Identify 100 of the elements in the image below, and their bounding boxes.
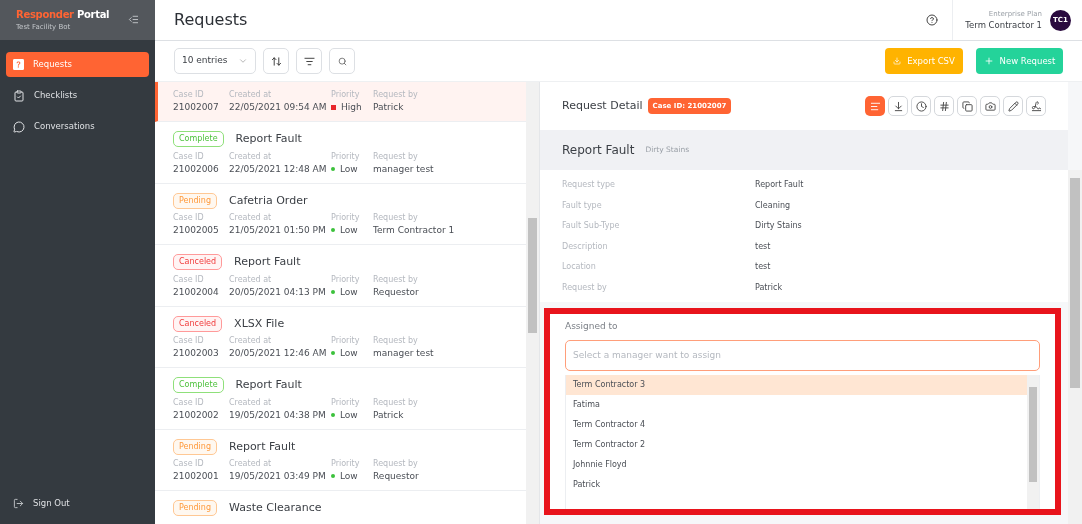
status-badge: Pending xyxy=(173,438,217,455)
field-value: test xyxy=(755,261,772,273)
field-label: Created at xyxy=(229,396,273,408)
field-value: Dirty Stains xyxy=(755,220,803,232)
field-label: Priority xyxy=(331,150,361,162)
request-title: Waste Clearance xyxy=(229,500,322,516)
detail-heading: Report Fault xyxy=(562,142,635,159)
field-label: Case ID xyxy=(173,212,205,223)
request-title: Report Fault xyxy=(235,377,302,393)
clock-button[interactable] xyxy=(911,96,931,116)
priority-level: Low xyxy=(340,347,358,360)
case-id: 21002002 xyxy=(173,408,220,422)
filter-button[interactable] xyxy=(296,48,322,74)
help-icon[interactable] xyxy=(926,14,939,26)
clock-icon xyxy=(915,100,927,112)
assign-input[interactable]: Select a manager want to assign xyxy=(565,339,1040,371)
lines-icon xyxy=(869,100,881,112)
plus-icon xyxy=(983,56,994,66)
field-label: Priority xyxy=(331,273,361,285)
case-id: 21002003 xyxy=(173,347,220,360)
field-label: Request type xyxy=(562,179,616,191)
requester-name: Term Contractor 1 xyxy=(373,224,456,237)
field-label: Fault type xyxy=(562,199,603,212)
signature-icon xyxy=(1030,100,1042,112)
field-value: Report Fault xyxy=(755,179,805,191)
field-label: Priority xyxy=(331,212,361,223)
field-label: Description xyxy=(562,240,609,253)
request-title: Report Fault xyxy=(235,131,302,147)
case-id: 21002007 xyxy=(173,101,220,114)
field-label: Request by xyxy=(373,150,419,162)
field-value: Patrick xyxy=(755,281,784,294)
detail-title: Request Detail xyxy=(562,97,643,114)
field-label: Case ID xyxy=(173,150,205,162)
sort-button[interactable] xyxy=(263,48,289,74)
requester-name: Patrick xyxy=(373,101,405,114)
field-label: Created at xyxy=(229,212,273,223)
field-label: Case ID xyxy=(173,89,205,100)
priority-level: Low xyxy=(340,162,358,176)
field-label: Location xyxy=(562,261,597,273)
hash-button[interactable] xyxy=(934,96,954,116)
sign-out-icon xyxy=(13,498,24,510)
brand-logo: Responder Portal xyxy=(16,8,110,21)
requester-name: Requestor xyxy=(373,285,420,299)
filter-icon xyxy=(303,55,315,67)
case-id: 21002006 xyxy=(173,162,220,176)
created-date: 19/05/2021 04:38 PM xyxy=(229,408,327,422)
pencil-button[interactable] xyxy=(1003,96,1023,116)
field-label: Case ID xyxy=(173,396,205,408)
dropdown-option[interactable]: Term Contractor 3 xyxy=(566,374,1027,395)
field-label: Priority xyxy=(331,335,361,346)
created-date: 20/05/2021 12:46 AM xyxy=(229,347,328,360)
overlapping-squares-icon xyxy=(961,100,973,112)
request-title: XLSX File xyxy=(234,315,285,332)
field-label: Created at xyxy=(229,150,273,162)
clipboard-icon xyxy=(13,89,25,102)
requester-name: manager test xyxy=(373,347,435,360)
lines-button[interactable] xyxy=(865,96,885,116)
field-label: Request by xyxy=(373,273,419,285)
overlapping-squares-button[interactable] xyxy=(957,96,977,116)
case-id: 21002004 xyxy=(173,285,220,299)
scrollbar[interactable] xyxy=(1068,170,1082,524)
signature-button[interactable] xyxy=(1026,96,1046,116)
field-label: Fault Sub-Type xyxy=(562,220,621,232)
created-date: 19/05/2021 03:49 PM xyxy=(229,470,327,483)
scrollbar[interactable] xyxy=(1027,374,1039,509)
camera-button[interactable] xyxy=(980,96,1000,116)
case-id: 21002005 xyxy=(173,224,220,237)
chevron-down-icon xyxy=(238,56,248,66)
field-label: Priority xyxy=(331,458,361,469)
scrollbar[interactable] xyxy=(526,82,539,524)
priority-level: Low xyxy=(340,224,358,237)
request-title: Report Fault xyxy=(229,438,296,455)
entries-dropdown[interactable]: 10 entries xyxy=(174,48,256,74)
created-date: 22/05/2021 12:48 AM xyxy=(229,162,328,176)
sign-out-link[interactable]: Sign Out xyxy=(33,497,70,510)
request-title: Report Fault xyxy=(234,254,301,270)
field-label: Request by xyxy=(373,89,419,100)
download-button[interactable] xyxy=(888,96,908,116)
nav-item[interactable]: Conversations xyxy=(6,114,149,139)
field-label: Request by xyxy=(373,458,419,469)
search-button[interactable] xyxy=(329,48,355,74)
created-date: 20/05/2021 04:13 PM xyxy=(229,285,327,299)
hash-icon xyxy=(938,100,950,112)
status-badge: Complete xyxy=(173,377,224,394)
nav-item[interactable]: Checklists xyxy=(6,83,149,108)
status-badge: Canceled xyxy=(173,254,223,271)
collapse-icon[interactable] xyxy=(128,14,139,25)
user-name: Term Contractor 1 xyxy=(965,19,1042,31)
request-row[interactable]: Case ID Created at Priority Request by 21002007 22/05/2021 09:54 AM High Patrick xyxy=(155,82,526,122)
field-value: test xyxy=(755,240,772,253)
field-label: Priority xyxy=(331,89,361,100)
priority-level: Low xyxy=(340,470,358,483)
field-label: Created at xyxy=(229,89,273,100)
priority-level: Low xyxy=(340,285,358,299)
field-label: Case ID xyxy=(173,458,205,469)
assign-label: Assigned to xyxy=(565,320,619,333)
field-label: Created at xyxy=(229,458,273,469)
created-date: 22/05/2021 09:54 AM xyxy=(229,101,328,114)
status-badge: Canceled xyxy=(173,315,223,332)
field-value: Cleaning xyxy=(755,199,792,212)
